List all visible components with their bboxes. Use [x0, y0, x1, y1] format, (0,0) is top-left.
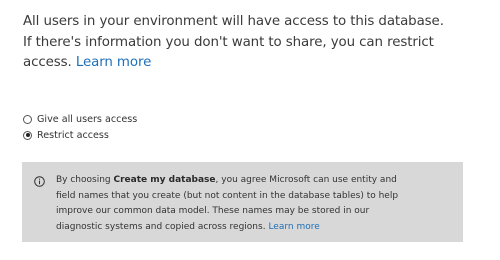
give-all-users-access-radio[interactable] [23, 114, 32, 124]
privacy-notice-line-2: field names that you create (but not con… [56, 190, 399, 201]
restrict-access-option[interactable]: Restrict access [23, 127, 137, 143]
privacy-notice-line-4-text: diagnostic systems and copied across reg… [56, 221, 269, 232]
info-icon [34, 176, 45, 187]
access-description-line-1: All users in your environment will have … [23, 14, 444, 29]
privacy-notice-line-3: improve our common data model. These nam… [56, 206, 370, 217]
create-database-emphasis: Create my database [113, 175, 216, 185]
access-description: All users in your environment will have … [23, 12, 493, 74]
privacy-notice-line-4: diagnostic systems and copied across reg… [56, 220, 449, 236]
give-all-users-access-label[interactable]: Give all users access [37, 114, 137, 125]
access-description-line-3: access. Learn more [23, 53, 493, 74]
database-access-panel: All users in your environment will have … [0, 0, 500, 260]
privacy-notice-line-1: By choosing Create my database, you agre… [56, 173, 449, 189]
access-radio-group: Give all users access Restrict access [23, 111, 137, 143]
learn-more-link[interactable]: Learn more [76, 55, 151, 70]
access-description-prefix: access. [23, 55, 76, 70]
notice-learn-more-link[interactable]: Learn more [268, 222, 319, 232]
access-description-line-2: If there's information you don't want to… [23, 34, 434, 50]
give-all-users-access-option[interactable]: Give all users access [23, 111, 137, 127]
privacy-notice-prefix: By choosing [56, 175, 114, 185]
privacy-notice: By choosing Create my database, you agre… [22, 162, 463, 242]
privacy-notice-suffix: , you agree Microsoft can use entity and [215, 175, 397, 185]
restrict-access-label[interactable]: Restrict access [37, 130, 109, 141]
restrict-access-radio[interactable] [23, 130, 32, 140]
